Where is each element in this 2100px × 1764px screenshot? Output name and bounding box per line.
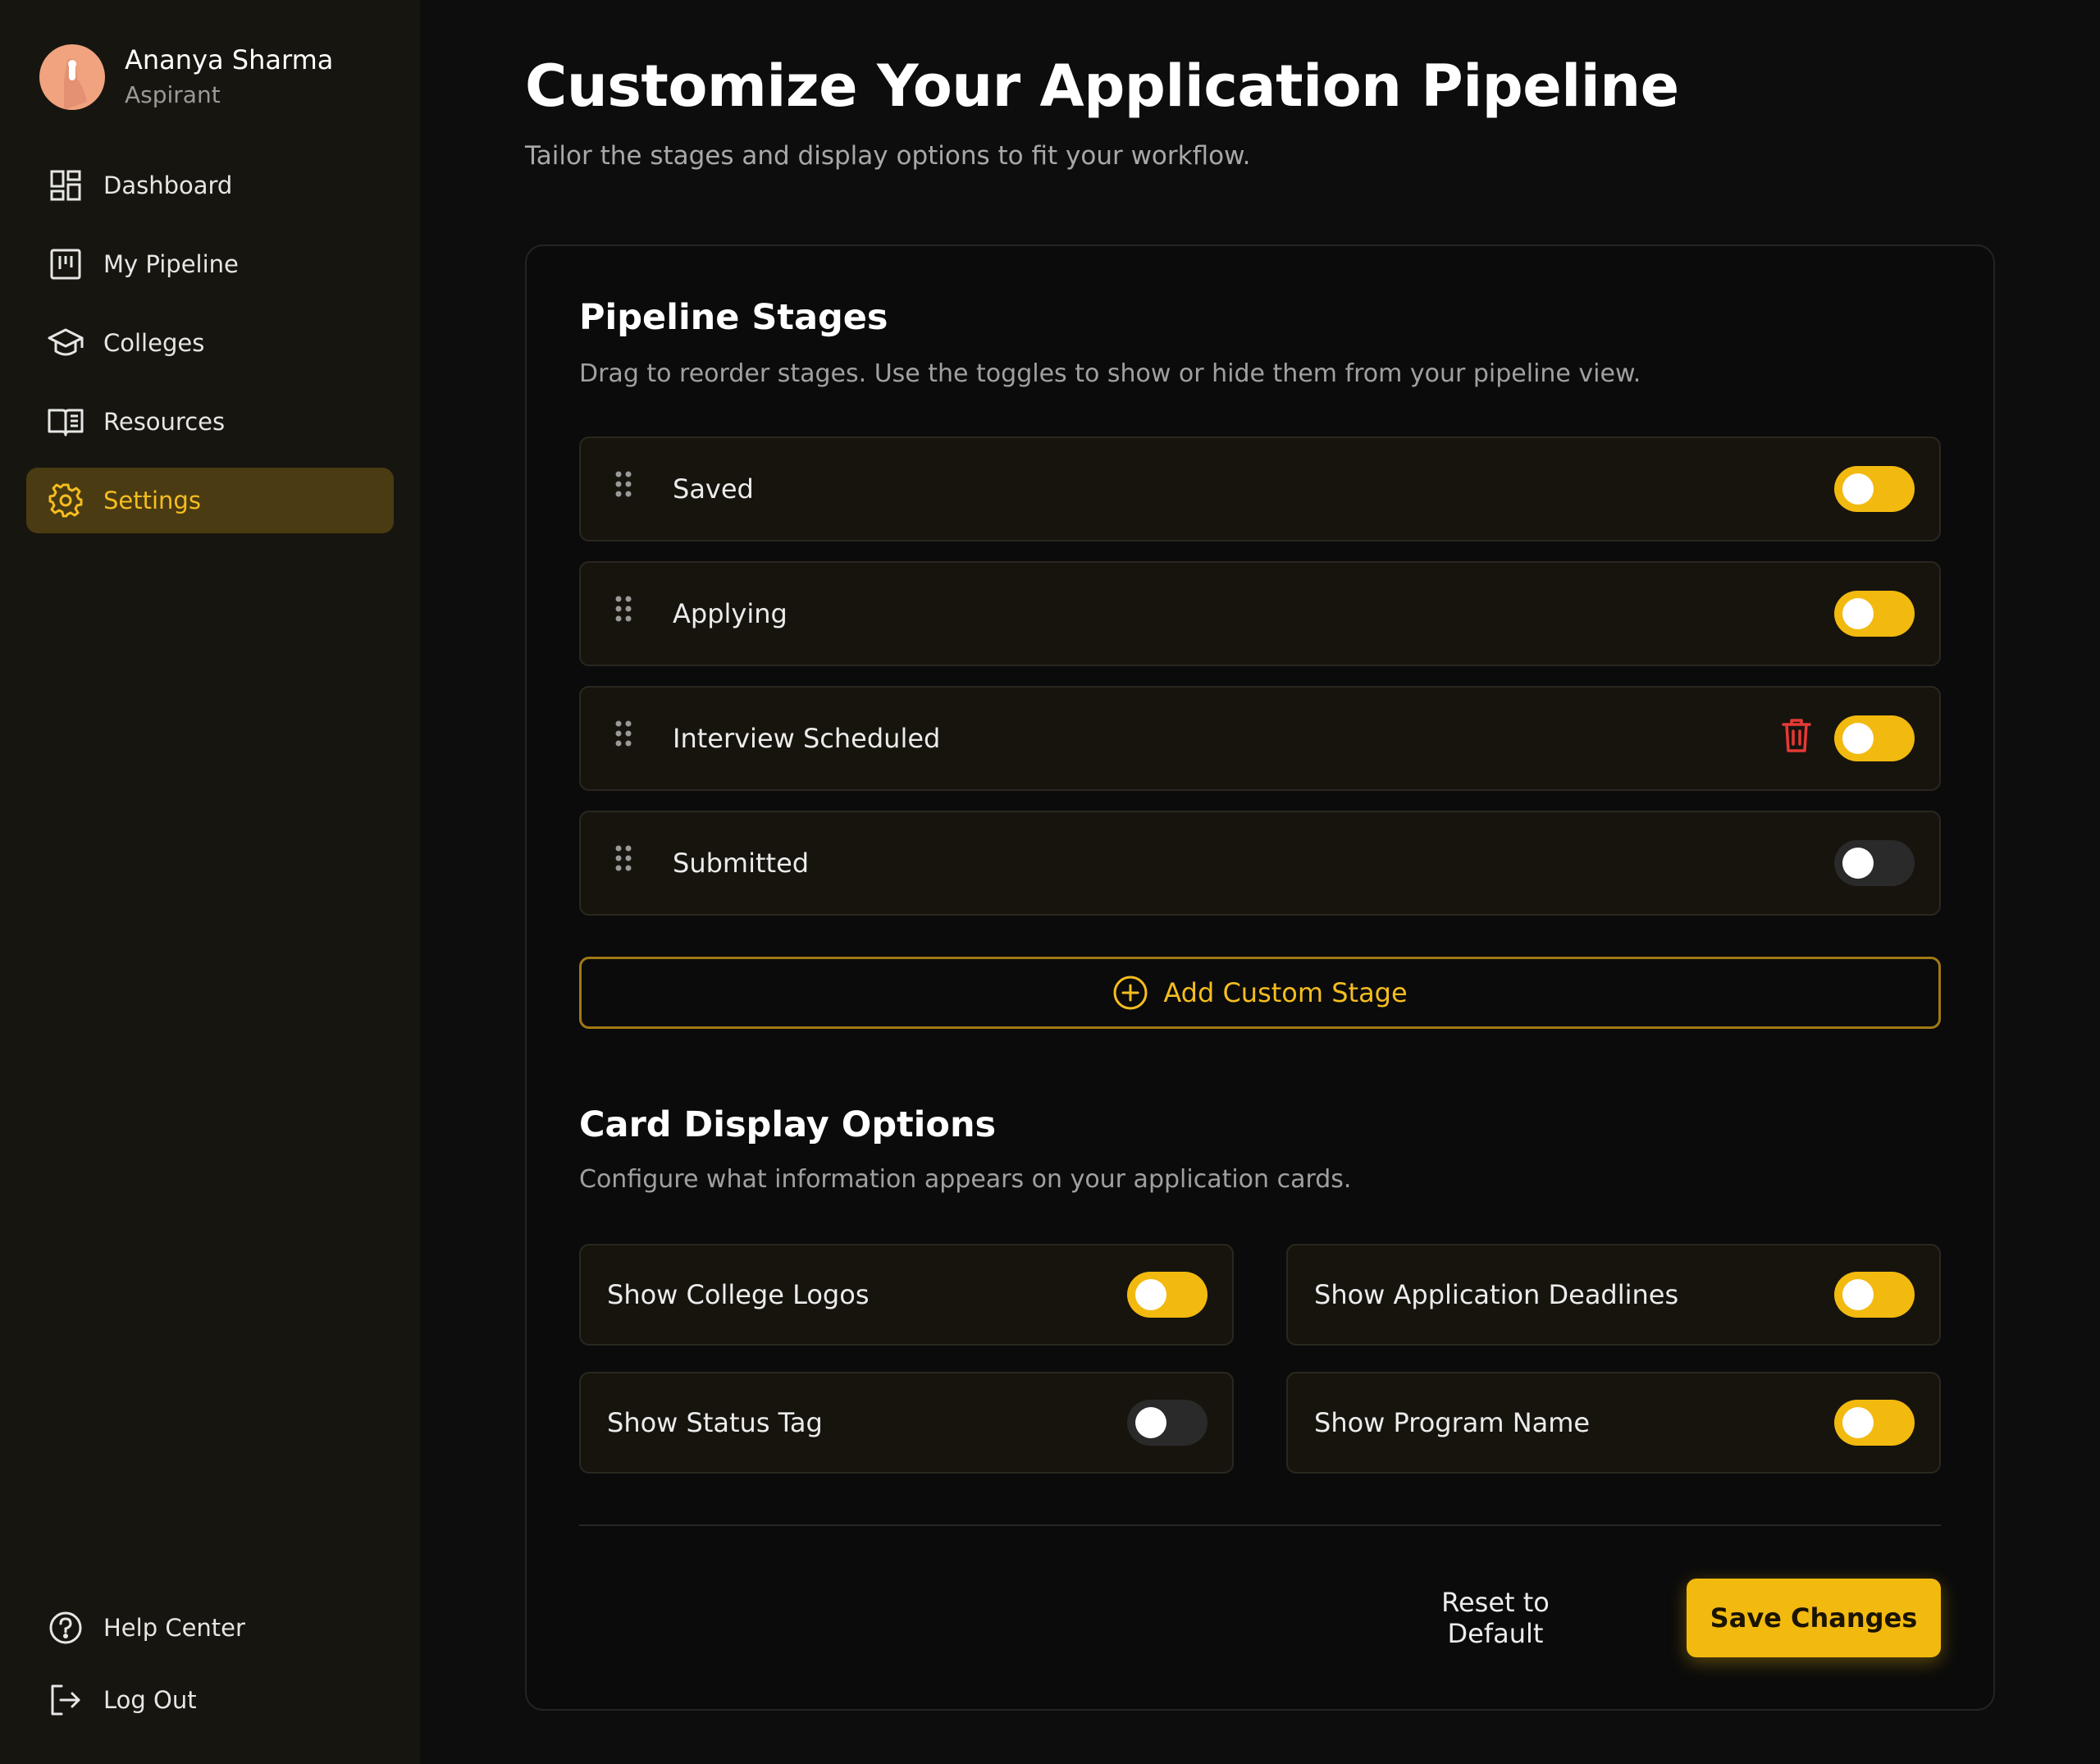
plus-circle-icon <box>1113 976 1148 1010</box>
toggle-knob <box>1135 1407 1166 1438</box>
card-display-options-description: Configure what information appears on yo… <box>579 1165 1352 1194</box>
stage-row-saved[interactable]: Saved <box>579 436 1941 542</box>
pipeline-stages-title: Pipeline Stages <box>579 297 888 338</box>
option-toggle[interactable] <box>1834 1400 1915 1446</box>
sidebar-item-label: Dashboard <box>103 171 233 199</box>
option-label: Show Status Tag <box>607 1407 823 1438</box>
stage-label: Applying <box>673 598 788 629</box>
book-icon <box>48 404 84 440</box>
drag-handle-icon[interactable] <box>614 594 633 627</box>
option-label: Show Program Name <box>1314 1407 1591 1438</box>
stage-visibility-toggle[interactable] <box>1834 591 1915 637</box>
user-profile[interactable]: Ananya Sharma Aspirant <box>39 43 333 112</box>
drag-handle-icon[interactable] <box>614 469 633 502</box>
option-toggle[interactable] <box>1127 1400 1208 1446</box>
add-custom-stage-label: Add Custom Stage <box>1163 977 1408 1008</box>
page-subtitle: Tailor the stages and display options to… <box>525 141 1251 171</box>
sidebar-item-label: Colleges <box>103 329 205 357</box>
help-circle-icon <box>48 1610 84 1646</box>
page-title: Customize Your Application Pipeline <box>525 53 1679 120</box>
option-toggle[interactable] <box>1834 1272 1915 1318</box>
stage-label: Submitted <box>673 848 810 879</box>
toggle-knob <box>1135 1279 1166 1310</box>
avatar <box>39 44 105 110</box>
option-show-college-logos[interactable]: Show College Logos <box>579 1244 1234 1346</box>
save-changes-button[interactable]: Save Changes <box>1687 1579 1941 1657</box>
stage-visibility-toggle[interactable] <box>1834 466 1915 512</box>
toggle-knob <box>1842 598 1874 629</box>
option-label: Show Application Deadlines <box>1314 1279 1679 1310</box>
sidebar-item-dashboard[interactable]: Dashboard <box>26 153 394 218</box>
drag-handle-icon[interactable] <box>614 843 633 876</box>
sidebar-item-help-center[interactable]: Help Center <box>26 1598 394 1657</box>
user-name: Ananya Sharma <box>125 44 334 75</box>
stage-row-applying[interactable]: Applying <box>579 561 1941 666</box>
sidebar-nav: Dashboard My Pipeline Colleges Resources… <box>26 153 394 546</box>
sidebar-item-label: Resources <box>103 408 226 436</box>
option-show-status-tag[interactable]: Show Status Tag <box>579 1372 1234 1474</box>
toggle-knob <box>1842 1279 1874 1310</box>
stage-label: Saved <box>673 473 754 505</box>
gear-icon <box>48 482 84 519</box>
stage-visibility-toggle[interactable] <box>1834 840 1915 886</box>
option-show-program-name[interactable]: Show Program Name <box>1286 1372 1941 1474</box>
add-custom-stage-button[interactable]: Add Custom Stage <box>579 957 1941 1029</box>
option-label: Show College Logos <box>607 1279 870 1310</box>
toggle-knob <box>1842 848 1874 879</box>
sidebar-item-label: My Pipeline <box>103 250 239 278</box>
sidebar-item-log-out[interactable]: Log Out <box>26 1670 394 1730</box>
divider <box>579 1524 1941 1526</box>
settings-panel: Pipeline Stages Drag to reorder stages. … <box>525 244 1995 1711</box>
stage-visibility-toggle[interactable] <box>1834 715 1915 761</box>
sidebar-item-my-pipeline[interactable]: My Pipeline <box>26 231 394 297</box>
option-show-application-deadlines[interactable]: Show Application Deadlines <box>1286 1244 1941 1346</box>
card-display-options-title: Card Display Options <box>579 1104 997 1145</box>
sidebar-item-colleges[interactable]: Colleges <box>26 310 394 376</box>
user-role: Aspirant <box>125 81 221 108</box>
drag-handle-icon[interactable] <box>614 719 633 752</box>
sidebar-item-label: Log Out <box>103 1686 197 1714</box>
stage-row-interview-scheduled[interactable]: Interview Scheduled <box>579 686 1941 791</box>
kanban-icon <box>48 246 84 282</box>
sidebar-bottom-nav: Help Center Log Out <box>26 1598 394 1743</box>
option-toggle[interactable] <box>1127 1272 1208 1318</box>
toggle-knob <box>1842 1407 1874 1438</box>
toggle-knob <box>1842 723 1874 754</box>
trash-icon[interactable] <box>1780 717 1813 753</box>
reset-to-default-button[interactable]: Reset to Default <box>1401 1579 1590 1657</box>
pipeline-stages-description: Drag to reorder stages. Use the toggles … <box>579 359 1641 388</box>
graduation-cap-icon <box>48 325 84 361</box>
stage-row-submitted[interactable]: Submitted <box>579 811 1941 916</box>
stage-label: Interview Scheduled <box>673 723 941 754</box>
sidebar-item-label: Settings <box>103 487 201 514</box>
sidebar: Ananya Sharma Aspirant Dashboard My Pipe… <box>0 0 420 1764</box>
toggle-knob <box>1842 473 1874 505</box>
sidebar-item-label: Help Center <box>103 1614 245 1642</box>
sidebar-item-settings[interactable]: Settings <box>26 468 394 533</box>
logout-icon <box>48 1682 84 1718</box>
sidebar-item-resources[interactable]: Resources <box>26 389 394 455</box>
dashboard-icon <box>48 167 84 203</box>
